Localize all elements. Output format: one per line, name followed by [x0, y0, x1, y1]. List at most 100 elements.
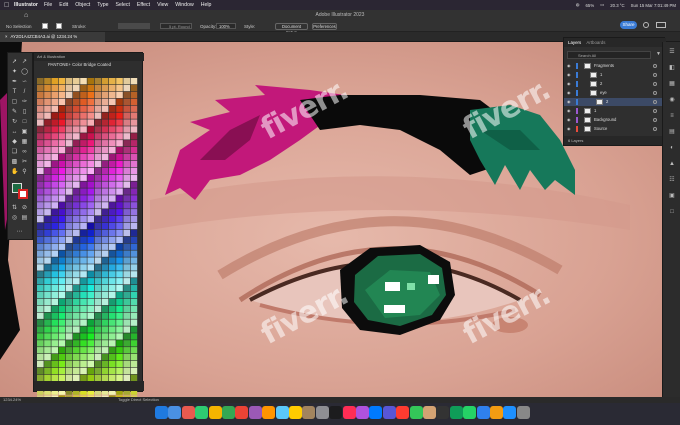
menu-select[interactable]: Select: [116, 2, 130, 8]
dock-app-icon[interactable]: [222, 406, 235, 419]
layer-target-icon[interactable]: [653, 64, 657, 68]
layer-target-icon[interactable]: [653, 82, 657, 86]
filter-icon[interactable]: ▼: [656, 51, 661, 57]
search-icon[interactable]: [643, 22, 649, 28]
menu-file[interactable]: File: [44, 2, 52, 8]
eye-icon[interactable]: ◉: [567, 107, 571, 115]
tab-layers[interactable]: Layers: [568, 40, 581, 45]
dock-app-icon[interactable]: [516, 406, 530, 419]
dock-app-icon[interactable]: [476, 406, 490, 419]
type-tool-icon[interactable]: T: [11, 89, 18, 96]
clock[interactable]: Sun 15 Mar 7:01:49 PM: [631, 3, 676, 8]
paintbrush-icon[interactable]: ✑: [21, 99, 28, 106]
eye-icon[interactable]: ◉: [567, 62, 571, 70]
layers-search-input[interactable]: Search All: [567, 51, 651, 59]
dock-app-icon[interactable]: [356, 406, 369, 419]
layer-row[interactable]: ◉ 2: [564, 80, 666, 88]
stroke-icon[interactable]: ≡: [668, 112, 676, 120]
libraries-icon[interactable]: ▦: [668, 80, 676, 88]
document-setup-button[interactable]: Document Setup: [275, 22, 308, 35]
shape-builder-icon[interactable]: ◆: [11, 139, 18, 146]
layer-row[interactable]: ◉ 1: [564, 107, 666, 115]
fill-swatch[interactable]: [42, 23, 48, 29]
blend-tool-icon[interactable]: ∞: [21, 149, 28, 156]
layer-row[interactable]: ◉ 2: [564, 98, 666, 106]
dock-app-icon[interactable]: [490, 406, 503, 419]
layer-target-icon[interactable]: [653, 73, 657, 77]
opacity-label[interactable]: Opacity:: [200, 24, 217, 29]
layer-row[interactable]: ◉ eye: [564, 89, 666, 97]
dock-app-icon[interactable]: [155, 406, 168, 419]
layer-target-icon[interactable]: [653, 127, 657, 131]
stroke-swatch[interactable]: [56, 23, 62, 29]
transform-icon[interactable]: □: [668, 208, 676, 216]
menu-type[interactable]: Type: [97, 2, 108, 8]
dock-app-icon[interactable]: [396, 406, 410, 419]
eye-icon[interactable]: ◉: [567, 71, 571, 79]
draw-mode-icon[interactable]: ◎: [11, 215, 18, 222]
color-icon[interactable]: ◉: [668, 96, 676, 104]
close-tab-icon[interactable]: ×: [5, 34, 8, 39]
magic-wand-icon[interactable]: ✦: [11, 69, 18, 76]
free-transform-icon[interactable]: ▣: [21, 129, 28, 136]
layer-target-icon[interactable]: [653, 100, 657, 104]
swap-colors-icon[interactable]: ⇅: [11, 205, 18, 212]
dock-app-icon[interactable]: [195, 406, 209, 419]
dock-app-icon[interactable]: [409, 406, 423, 419]
menu-view[interactable]: View: [157, 2, 168, 8]
document-tab[interactable]: ×AY2D1A4ZCB4A3.ai @ 1234.24 % (CMYK/Prev…: [0, 32, 105, 49]
layers-icon[interactable]: ◧: [668, 64, 676, 72]
width-tool-icon[interactable]: ↔: [11, 129, 18, 136]
dock-app-icon[interactable]: [329, 406, 343, 419]
align-icon[interactable]: ☷: [668, 176, 676, 184]
menu-effect[interactable]: Effect: [137, 2, 150, 8]
dock-app-icon[interactable]: [423, 406, 436, 419]
appearance-icon[interactable]: ▲: [668, 160, 676, 168]
lasso-icon[interactable]: ◯: [21, 69, 28, 76]
slice-tool-icon[interactable]: ✂: [21, 159, 28, 166]
scale-tool-icon[interactable]: □: [21, 119, 28, 126]
eye-icon[interactable]: ◉: [567, 80, 571, 88]
pencil-icon[interactable]: ✎: [11, 109, 18, 116]
dock-app-icon[interactable]: [315, 406, 329, 419]
dock-app-icon[interactable]: [248, 406, 262, 419]
temperature[interactable]: 20.3 °C: [610, 3, 624, 8]
selection-tool-icon[interactable]: ➚: [11, 59, 18, 66]
rotate-tool-icon[interactable]: ↻: [11, 119, 18, 126]
opacity-field[interactable]: 100%: [216, 23, 236, 29]
dock-app-icon[interactable]: [168, 406, 182, 419]
arrange-documents-icon[interactable]: [656, 22, 666, 28]
eye-icon[interactable]: ◉: [567, 89, 571, 97]
eye-icon[interactable]: ◉: [567, 116, 571, 124]
dock-app-icon[interactable]: [275, 406, 289, 419]
dock-app-icon[interactable]: [449, 406, 463, 419]
none-color-icon[interactable]: ⊘: [21, 205, 28, 212]
preferences-button[interactable]: Preferences: [312, 22, 337, 30]
share-button[interactable]: Share: [620, 21, 637, 29]
zoom-tool-icon[interactable]: ⚲: [21, 169, 28, 176]
style-label[interactable]: Style:: [244, 24, 255, 29]
gradient-icon[interactable]: ▤: [668, 128, 676, 136]
wifi-icon[interactable]: ◍: [576, 2, 580, 8]
stroke-label[interactable]: Stroke:: [72, 24, 86, 29]
brush-definition[interactable]: 5 pt. Round: [160, 23, 192, 29]
dock-app-icon[interactable]: [503, 406, 517, 419]
layer-row[interactable]: ◉ Fragments: [564, 62, 666, 70]
curvature-tool-icon[interactable]: ∽: [21, 79, 28, 86]
pen-tool-icon[interactable]: ✒: [11, 79, 18, 86]
menu-help[interactable]: Help: [201, 2, 212, 8]
direct-selection-tool-icon[interactable]: ↗: [21, 59, 28, 66]
layer-target-icon[interactable]: [653, 91, 657, 95]
dock-app-icon[interactable]: [302, 406, 316, 419]
line-tool-icon[interactable]: /: [21, 89, 28, 96]
stroke-color-box[interactable]: [18, 189, 28, 199]
dock-app-icon[interactable]: [436, 406, 450, 419]
eye-icon[interactable]: ◉: [567, 125, 571, 133]
menu-window[interactable]: Window: [175, 2, 193, 8]
layer-target-icon[interactable]: [653, 118, 657, 122]
dock-app-icon[interactable]: [208, 406, 222, 419]
app-name-menu[interactable]: Illustrator: [14, 2, 38, 8]
swatch-grid[interactable]: [37, 78, 139, 425]
eyedropper-icon[interactable]: ❏: [11, 149, 18, 156]
dock-app-icon[interactable]: [342, 406, 356, 419]
